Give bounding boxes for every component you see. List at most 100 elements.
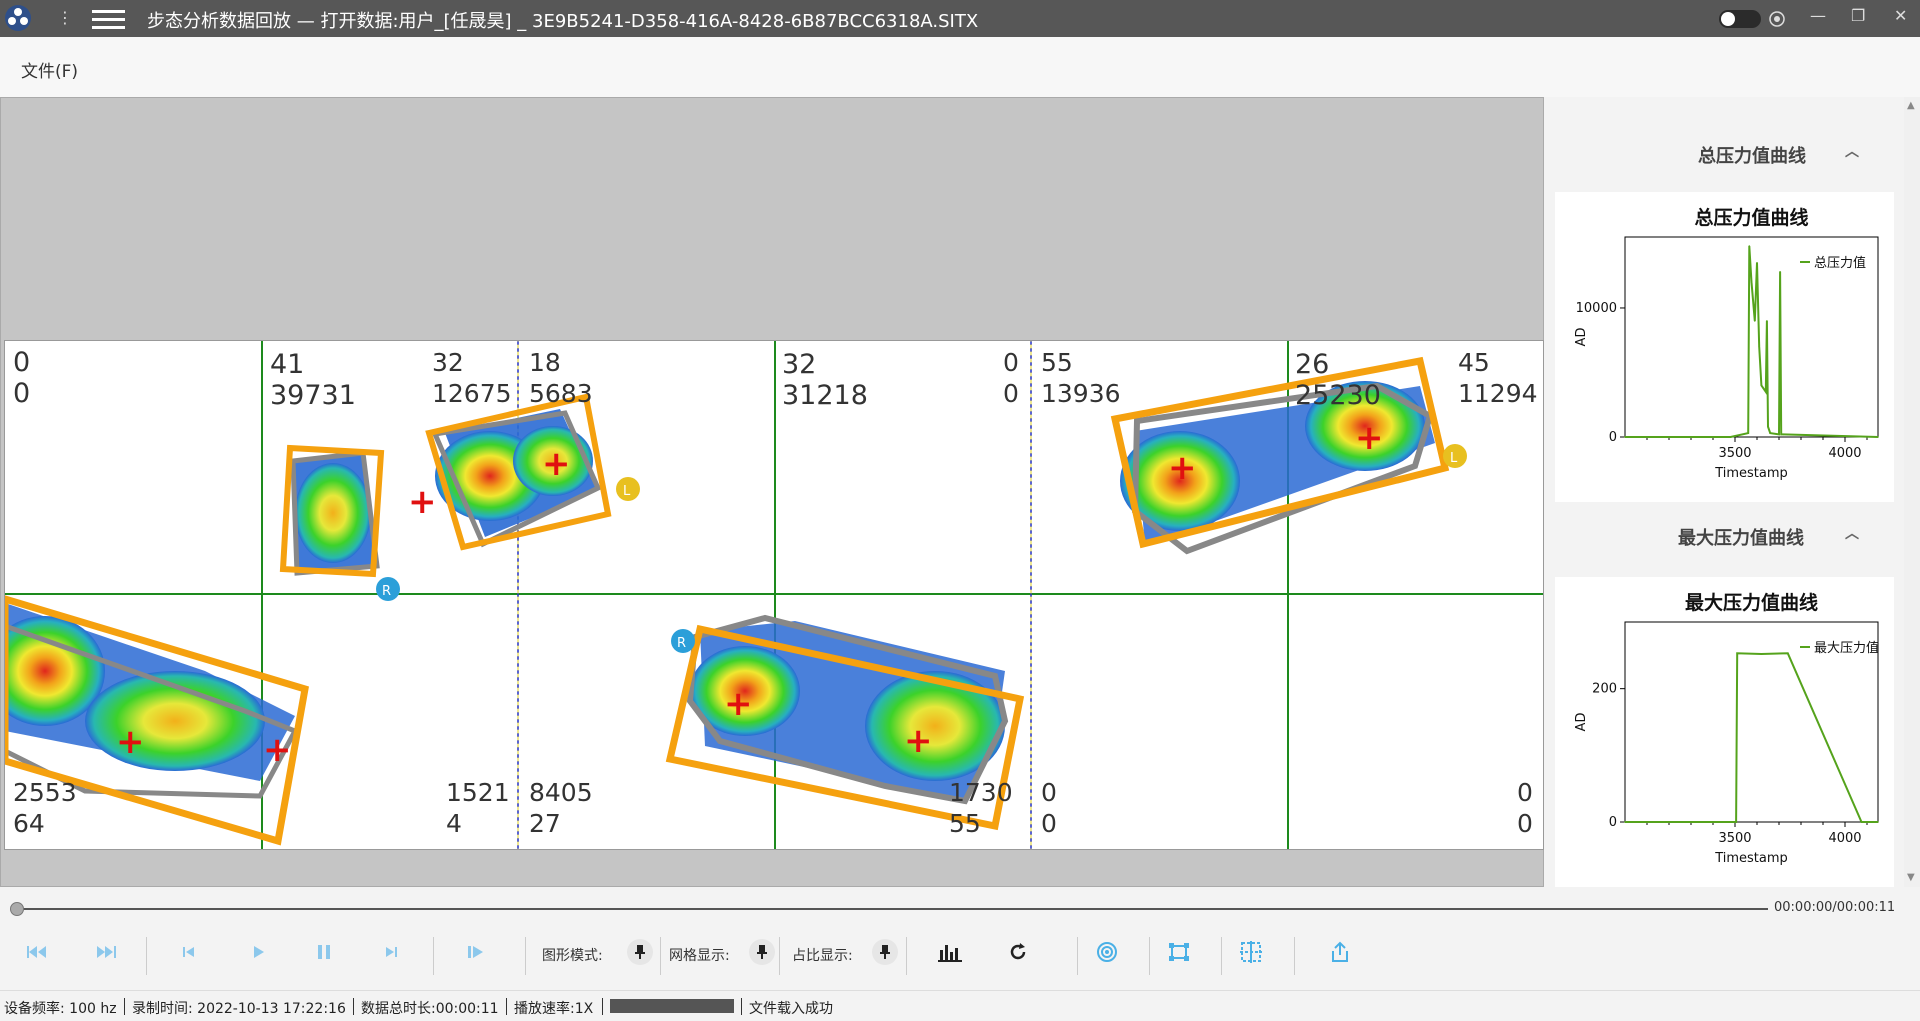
pressure-map: + + L R + + L + + + + R xyxy=(5,341,1543,849)
chart-title: 总压力值曲线 xyxy=(1694,206,1808,229)
max-pressure-chart: 最大压力值曲线 3500 4000 0 200 Timestamp AD 最大压力值 xyxy=(1574,591,1879,866)
bounding-box-button[interactable] xyxy=(1164,937,1194,967)
pin-icon xyxy=(757,945,767,959)
svg-text:L: L xyxy=(623,484,631,499)
footprint-small[interactable] xyxy=(279,444,385,578)
timeline-track[interactable] xyxy=(16,908,1768,910)
max-pressure-header[interactable]: 最大压力值曲线 ︿ xyxy=(1553,501,1893,571)
series-point xyxy=(1729,436,1732,438)
export-icon xyxy=(1332,941,1348,962)
title-bar: ⋮ 步态分析数据回放 — 打开数据:用户_[任晟昊] _ 3E9B5241-D3… xyxy=(0,0,1920,37)
series-point xyxy=(1860,821,1863,823)
chevron-up-icon[interactable]: ︿ xyxy=(1845,523,1859,543)
cell-value: 2553 64 xyxy=(13,778,77,838)
pause-button[interactable] xyxy=(309,937,339,967)
close-button[interactable]: ✕ xyxy=(1894,6,1907,25)
x-tick-label: 4000 xyxy=(1828,446,1861,461)
scroll-down-icon[interactable]: ▼ xyxy=(1907,872,1915,883)
series-point xyxy=(1779,271,1781,273)
menu-file[interactable]: 文件(F) xyxy=(21,57,78,82)
restore-button[interactable]: ❐ xyxy=(1851,6,1865,25)
series-point xyxy=(1624,821,1626,823)
cell-value: 32 31218 xyxy=(782,349,868,411)
x-axis-label: Timestamp xyxy=(1714,466,1788,481)
x-tick-label: 4000 xyxy=(1828,831,1861,846)
svg-text:+: + xyxy=(542,444,571,484)
series-line xyxy=(1625,245,1879,438)
more-options-icon[interactable]: ⋮ xyxy=(57,8,73,28)
minimize-button[interactable]: — xyxy=(1810,6,1826,25)
target-button[interactable] xyxy=(1092,937,1122,967)
timeline-knob[interactable] xyxy=(10,902,24,916)
y-axis-label: AD xyxy=(1574,328,1589,347)
app-logo-icon xyxy=(5,5,31,31)
series-point xyxy=(1877,821,1879,823)
skip-to-end-button[interactable] xyxy=(91,937,121,967)
series-point xyxy=(1748,245,1751,247)
cell-value: 1521 4 xyxy=(446,778,510,838)
series-point xyxy=(1624,436,1626,438)
ratio-display-label: 占比显示: xyxy=(792,948,853,964)
skip-start-icon xyxy=(27,946,46,958)
total-pressure-chart: 总压力值曲线 3500 4000 0 10000 Timestamp AD 总压力值 xyxy=(1574,206,1879,481)
playback-time: 00:00:00/00:00:11 xyxy=(1774,900,1896,915)
svg-text:+: + xyxy=(263,730,292,770)
chevron-up-icon[interactable]: ︿ xyxy=(1845,141,1859,161)
center-marker: + xyxy=(408,482,437,522)
status-frequency: 设备频率: 100 hz xyxy=(4,1001,117,1017)
pin-icon xyxy=(880,945,890,959)
cell-value: 55 13936 xyxy=(1041,348,1121,408)
refresh-button[interactable] xyxy=(1003,937,1033,967)
series-line xyxy=(1625,652,1878,823)
status-duration: 数据总时长:00:00:11 xyxy=(361,1001,499,1017)
grid-split-icon xyxy=(1240,941,1262,963)
bounding-box-icon xyxy=(1169,943,1189,961)
step-play-button[interactable] xyxy=(461,937,491,967)
pressure-canvas[interactable]: + + L R + + L + + + + R 0 0 41 39731 32 … xyxy=(0,97,1544,887)
refresh-icon xyxy=(1010,943,1026,960)
foot-label-l1: L xyxy=(616,477,640,501)
hamburger-menu-icon[interactable] xyxy=(92,10,125,30)
histogram-button[interactable] xyxy=(935,937,965,967)
series-point xyxy=(1735,821,1737,823)
shape-mode-pin[interactable] xyxy=(627,939,653,965)
skip-to-start-button[interactable] xyxy=(22,937,52,967)
shape-mode-label: 图形模式: xyxy=(542,948,603,964)
legend-label: 总压力值 xyxy=(1814,255,1866,271)
next-frame-button[interactable] xyxy=(376,937,406,967)
next-icon xyxy=(386,947,397,957)
pause-icon xyxy=(318,945,330,959)
ratio-display-pin[interactable] xyxy=(872,939,898,965)
total-pressure-header-label: 总压力值曲线 xyxy=(1698,146,1806,167)
scroll-up-icon[interactable]: ▲ xyxy=(1907,100,1915,111)
cell-value: 0 0 xyxy=(1003,348,1019,408)
y-tick-label: 10000 xyxy=(1576,301,1617,316)
cell-value: 32 12675 xyxy=(432,348,512,408)
target-icon xyxy=(1097,942,1117,962)
series-point xyxy=(1760,384,1763,387)
split-grid-button[interactable] xyxy=(1236,937,1266,967)
menu-bar: 文件(F) xyxy=(0,37,1920,97)
foot-label-r2: R xyxy=(671,629,695,653)
settings-icon[interactable] xyxy=(1769,11,1785,27)
side-scrollbar[interactable]: ▲ ▼ xyxy=(1904,97,1920,887)
grid-display-pin[interactable] xyxy=(749,939,775,965)
max-pressure-chart-panel: 最大压力值曲线 3500 4000 0 200 Timestamp AD 最大压力值 xyxy=(1555,577,1894,887)
status-bar: 设备频率: 100 hz 录制时间: 2022-10-13 17:22:16 数… xyxy=(0,990,1920,1021)
cell-value: 0 0 xyxy=(1041,778,1057,838)
export-button[interactable] xyxy=(1325,937,1355,967)
total-pressure-header[interactable]: 总压力值曲线 ︿ xyxy=(1553,119,1893,189)
pin-icon xyxy=(635,945,645,959)
footprint-right-top[interactable]: + + xyxy=(1110,356,1450,555)
theme-toggle[interactable] xyxy=(1719,10,1761,28)
play-button[interactable] xyxy=(243,937,273,967)
y-tick-label: 0 xyxy=(1609,430,1617,445)
previous-icon xyxy=(183,947,194,957)
series-point xyxy=(1747,432,1749,434)
series-point xyxy=(1787,652,1789,655)
series-point xyxy=(1765,391,1767,393)
status-speed: 播放速率:1X xyxy=(514,1001,594,1017)
previous-frame-button[interactable] xyxy=(174,937,204,967)
footprint-left-top[interactable]: + xyxy=(425,393,612,551)
foot-label-l2: L xyxy=(1443,444,1467,468)
